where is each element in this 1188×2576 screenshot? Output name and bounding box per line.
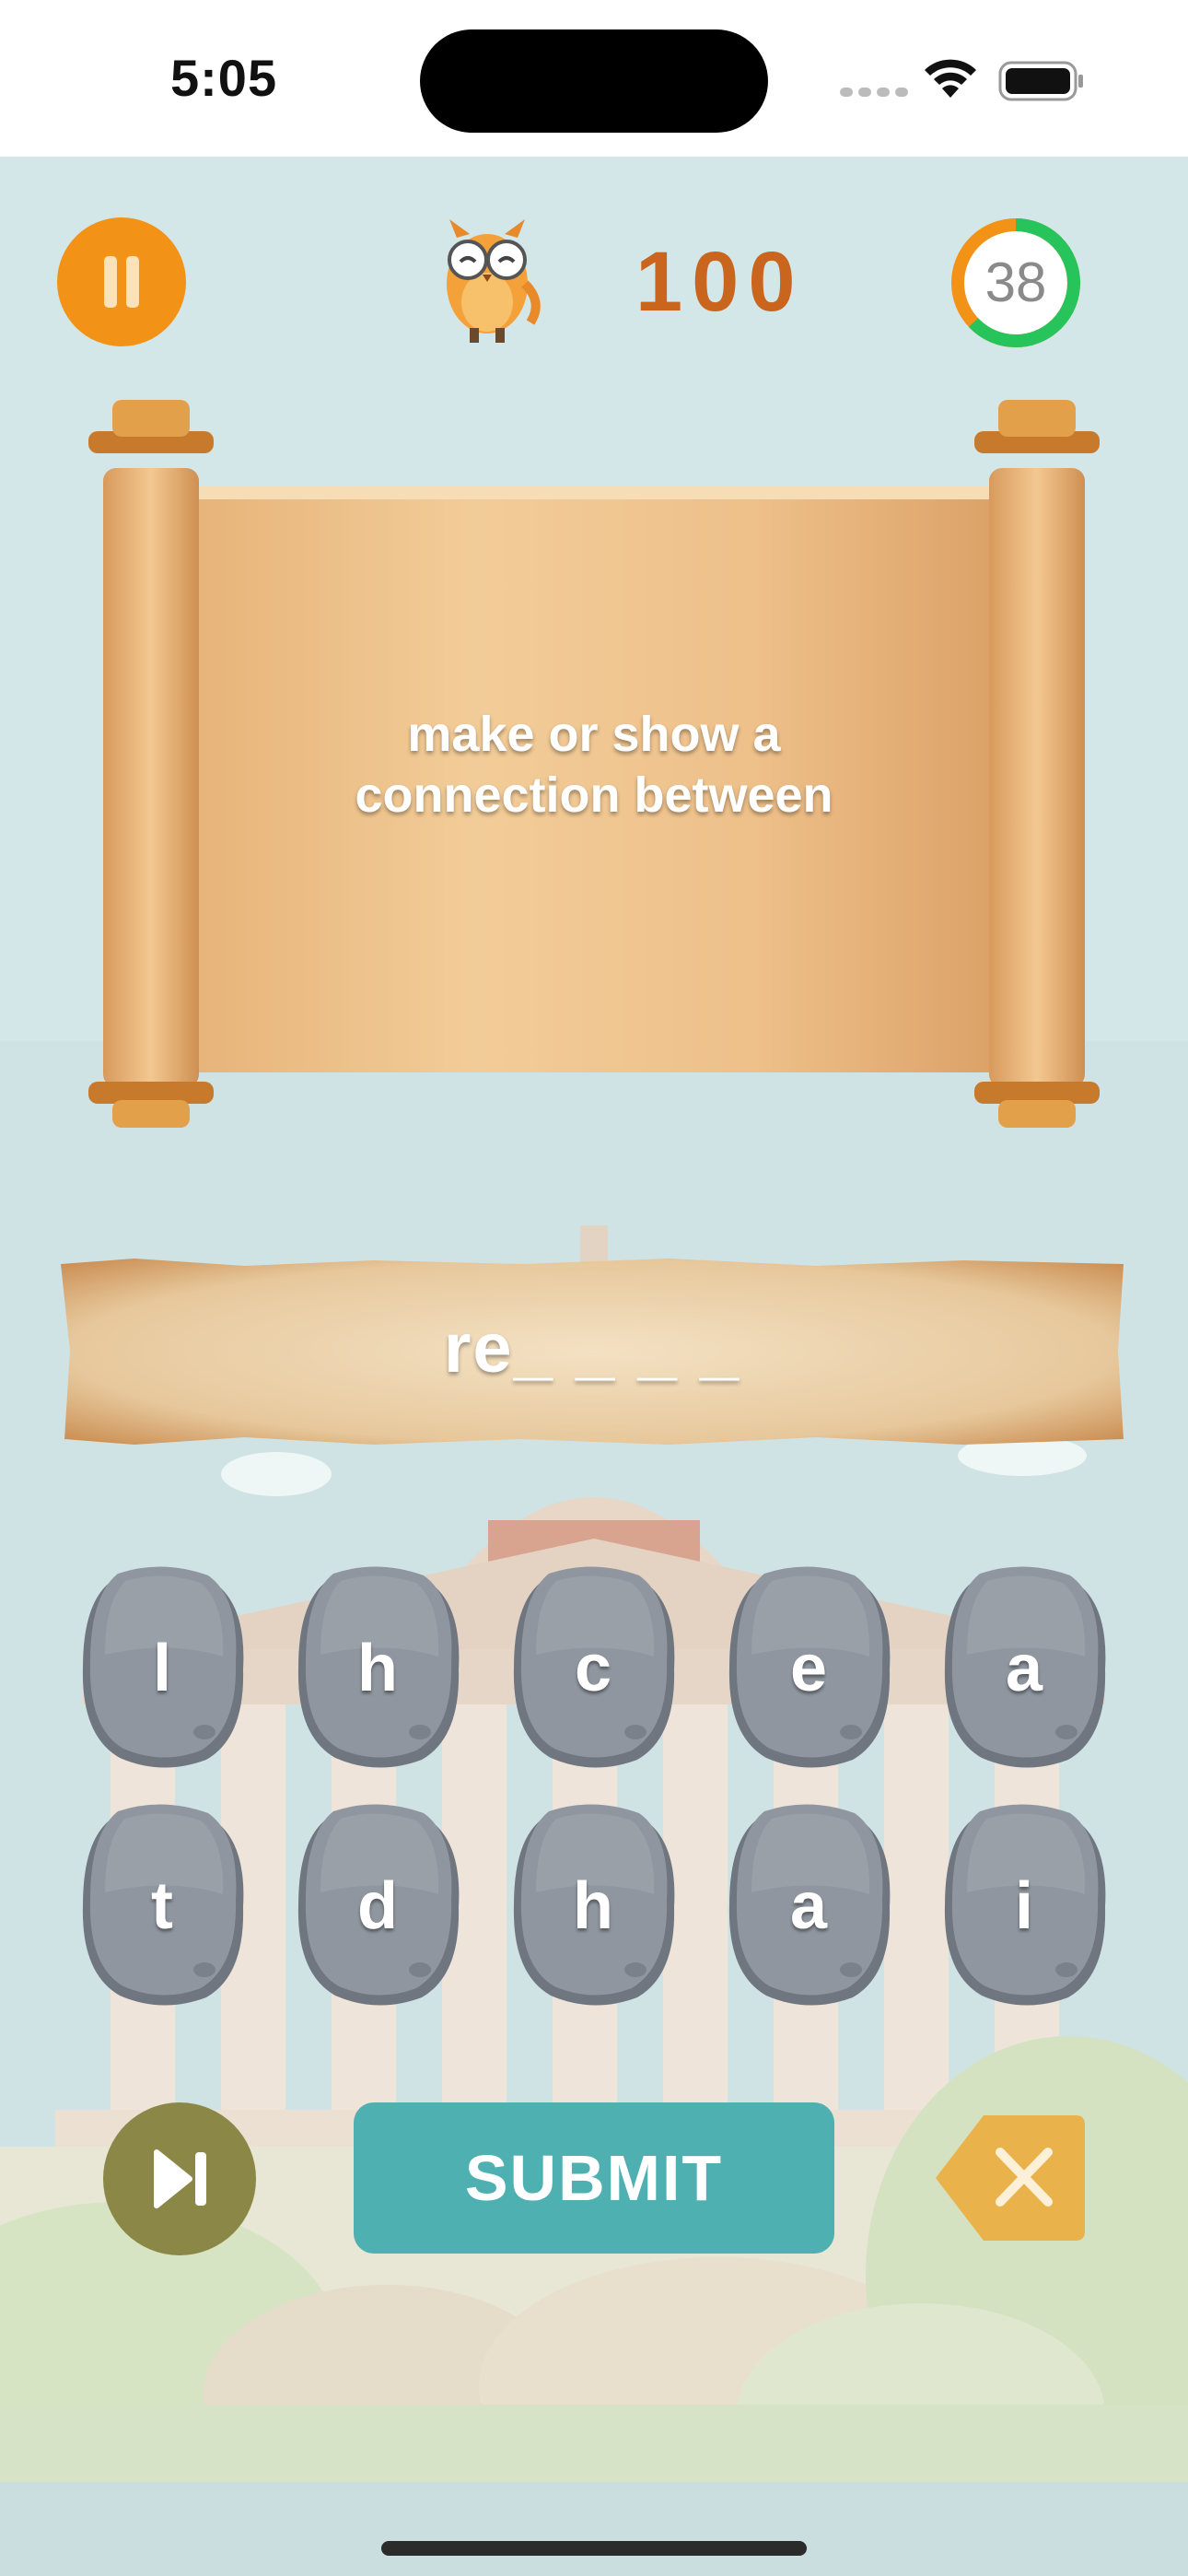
letter-tile[interactable]: h [508, 1804, 678, 2008]
letter-tile[interactable]: c [508, 1566, 678, 1771]
letter-tile-label: a [789, 1869, 828, 1943]
pause-icon [104, 256, 117, 308]
letter-tile-label: d [357, 1869, 398, 1943]
letter-tile[interactable]: a [939, 1566, 1109, 1771]
letter-tile[interactable]: e [724, 1566, 893, 1771]
letter-tile-label: i [1014, 1869, 1033, 1943]
letter-tile[interactable]: l [77, 1566, 247, 1771]
letter-tile-label: h [573, 1869, 613, 1943]
letter-tile[interactable]: a [724, 1804, 893, 2008]
home-indicator[interactable] [381, 2541, 807, 2556]
score-display: 100 [635, 235, 805, 329]
answer-progress: re_ _ _ _ [443, 1309, 741, 1388]
letter-tile-label: t [151, 1869, 173, 1943]
wifi-icon [925, 59, 976, 98]
clue-line-1: make or show a [407, 707, 781, 762]
letter-tile-label: c [574, 1632, 612, 1705]
submit-button[interactable]: SUBMIT [354, 2102, 834, 2254]
home-bar-area [0, 2482, 1188, 2576]
status-bar: 5:05 [0, 0, 1188, 157]
timer-value: 38 [984, 252, 1047, 313]
owl-mascot-icon [447, 219, 541, 343]
clue-text: make or show a connection between [276, 704, 912, 825]
letter-tile[interactable]: i [939, 1804, 1109, 2008]
letter-tile[interactable]: t [77, 1804, 247, 2008]
letter-tile[interactable]: h [293, 1566, 462, 1771]
skip-button[interactable] [103, 2102, 256, 2255]
dynamic-island [420, 29, 768, 133]
letter-tile-label: l [152, 1632, 171, 1705]
letter-tile[interactable]: d [293, 1804, 462, 2008]
status-time: 5:05 [170, 49, 278, 107]
clue-line-2: connection between [355, 767, 833, 823]
delete-button[interactable] [932, 2110, 1087, 2246]
pause-button[interactable] [57, 217, 186, 346]
letter-tile-label: a [1005, 1632, 1043, 1705]
letter-tile-label: e [789, 1632, 828, 1705]
skip-next-icon [154, 2149, 206, 2208]
letter-tile-label: h [357, 1632, 398, 1705]
cellular-signal-icon [840, 85, 914, 101]
battery-icon [998, 61, 1083, 101]
